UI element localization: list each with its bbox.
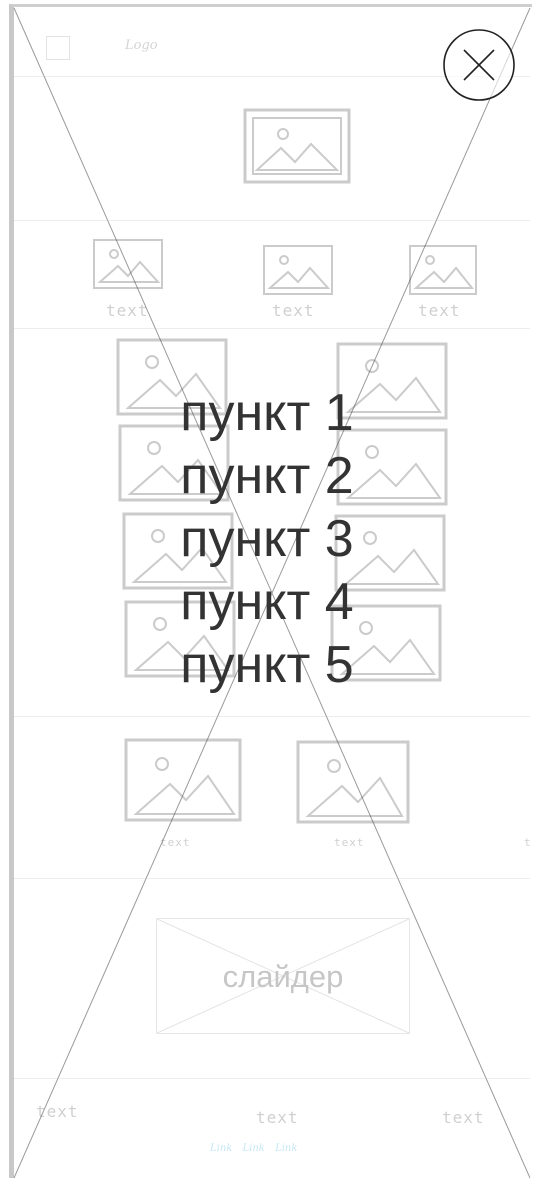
logo-text: Logo [125,38,158,53]
image-placeholder-icon [296,740,410,824]
image-placeholder-icon [263,245,333,295]
footer-text: text [36,1102,79,1121]
menu-item-5[interactable]: пункт 5 [0,634,534,697]
footer-text: text [442,1108,485,1127]
footer-link[interactable]: Link [210,1143,232,1154]
menu-item-4[interactable]: пункт 4 [0,571,534,634]
thumb-label: t [524,836,532,849]
footer-link[interactable]: Link [243,1143,265,1154]
thumb-label: text [334,836,365,849]
divider [12,328,530,329]
overlay-menu: пункт 1 пункт 2 пункт 3 пункт 4 пункт 5 [0,382,534,697]
close-icon [443,29,515,101]
logo-image [46,36,70,60]
slider-label: слайдер [222,959,344,994]
divider [12,716,530,717]
thumb-label: text [106,301,149,320]
thumb-label: text [418,301,461,320]
divider [12,1078,530,1079]
image-placeholder-icon [243,108,351,184]
thumb-label: text [160,836,191,849]
close-button[interactable] [442,28,516,102]
slider-placeholder: слайдер [156,918,410,1034]
menu-item-2[interactable]: пункт 2 [0,445,534,508]
footer-link[interactable]: Link [275,1143,297,1154]
image-placeholder-icon [409,245,477,295]
thumb-label: text [272,301,315,320]
footer-links: Link Link Link [210,1143,304,1154]
menu-item-1[interactable]: пункт 1 [0,382,534,445]
image-placeholder-icon [93,239,163,289]
footer-text: text [256,1108,299,1127]
image-placeholder-icon [124,738,242,822]
divider [12,878,530,879]
divider [12,220,530,221]
menu-item-3[interactable]: пункт 3 [0,508,534,571]
